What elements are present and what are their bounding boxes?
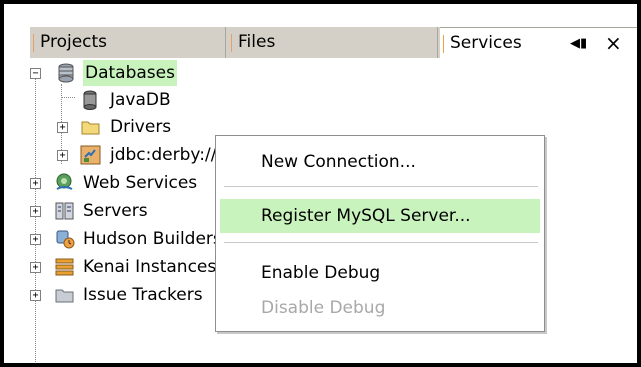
folder-icon bbox=[54, 285, 76, 305]
menu-item-enable-debug[interactable]: Enable Debug bbox=[220, 256, 540, 290]
javadb-icon bbox=[80, 90, 102, 110]
menu-item-disable-debug: Disable Debug bbox=[261, 298, 386, 318]
collapse-icon[interactable]: − bbox=[30, 68, 41, 79]
tab-accent-bar bbox=[33, 34, 34, 52]
close-tab-icon[interactable]: × bbox=[605, 28, 622, 59]
tree-node-label: JavaDB bbox=[110, 90, 171, 110]
servers-icon bbox=[54, 201, 76, 221]
kenai-icon bbox=[54, 257, 76, 277]
expand-icon[interactable]: + bbox=[30, 234, 41, 245]
menu-item-new-connection[interactable]: New Connection... bbox=[220, 145, 540, 179]
tab-projects[interactable]: Projects bbox=[30, 27, 226, 58]
tab-accent-bar bbox=[231, 34, 232, 52]
menu-item-register-mysql-server[interactable]: Register MySQL Server... bbox=[220, 199, 540, 233]
tab-files-label: Files bbox=[238, 32, 276, 52]
folder-icon bbox=[80, 117, 102, 137]
tree-node-label: Kenai Instances bbox=[83, 257, 217, 277]
connection-icon bbox=[80, 145, 102, 165]
tree-node-label: Hudson Builders bbox=[83, 229, 222, 249]
services-window: Projects Files Services ◀▮ × − Databases bbox=[0, 0, 641, 367]
tab-services-label: Services bbox=[450, 33, 522, 53]
tree-node-label: Databases bbox=[83, 60, 177, 86]
tree-node-label: Issue Trackers bbox=[83, 285, 203, 305]
tree-node-label: Servers bbox=[83, 201, 148, 221]
tree-node-javadb[interactable]: JavaDB bbox=[30, 87, 630, 113]
tree-node-databases[interactable]: − Databases bbox=[30, 60, 630, 86]
expand-icon[interactable]: + bbox=[30, 206, 41, 217]
expand-icon[interactable]: + bbox=[30, 178, 41, 189]
tab-files[interactable]: Files bbox=[228, 27, 438, 58]
tab-services[interactable]: Services ◀▮ × bbox=[440, 27, 637, 59]
minimize-window-icon[interactable]: ◀▮ bbox=[570, 28, 587, 59]
tab-bar: Projects Files Services ◀▮ × bbox=[30, 27, 637, 59]
expand-icon[interactable]: + bbox=[30, 262, 41, 273]
menu-separator bbox=[224, 186, 538, 188]
database-icon bbox=[56, 63, 78, 83]
hudson-icon bbox=[54, 229, 76, 249]
expand-icon[interactable]: + bbox=[57, 122, 68, 133]
menu-separator bbox=[224, 242, 538, 244]
tree-node-label: Web Services bbox=[83, 173, 198, 193]
services-tree: − Databases JavaDB + Drivers + + Web Ser… bbox=[30, 60, 637, 363]
tab-projects-label: Projects bbox=[40, 32, 108, 52]
web-services-icon bbox=[54, 173, 76, 193]
expand-icon[interactable]: + bbox=[57, 150, 68, 161]
tree-node-label: Drivers bbox=[110, 117, 172, 137]
expand-icon[interactable]: + bbox=[30, 290, 41, 301]
tab-accent-bar bbox=[443, 35, 444, 53]
context-menu: New Connection... Register MySQL Server.… bbox=[215, 135, 545, 332]
